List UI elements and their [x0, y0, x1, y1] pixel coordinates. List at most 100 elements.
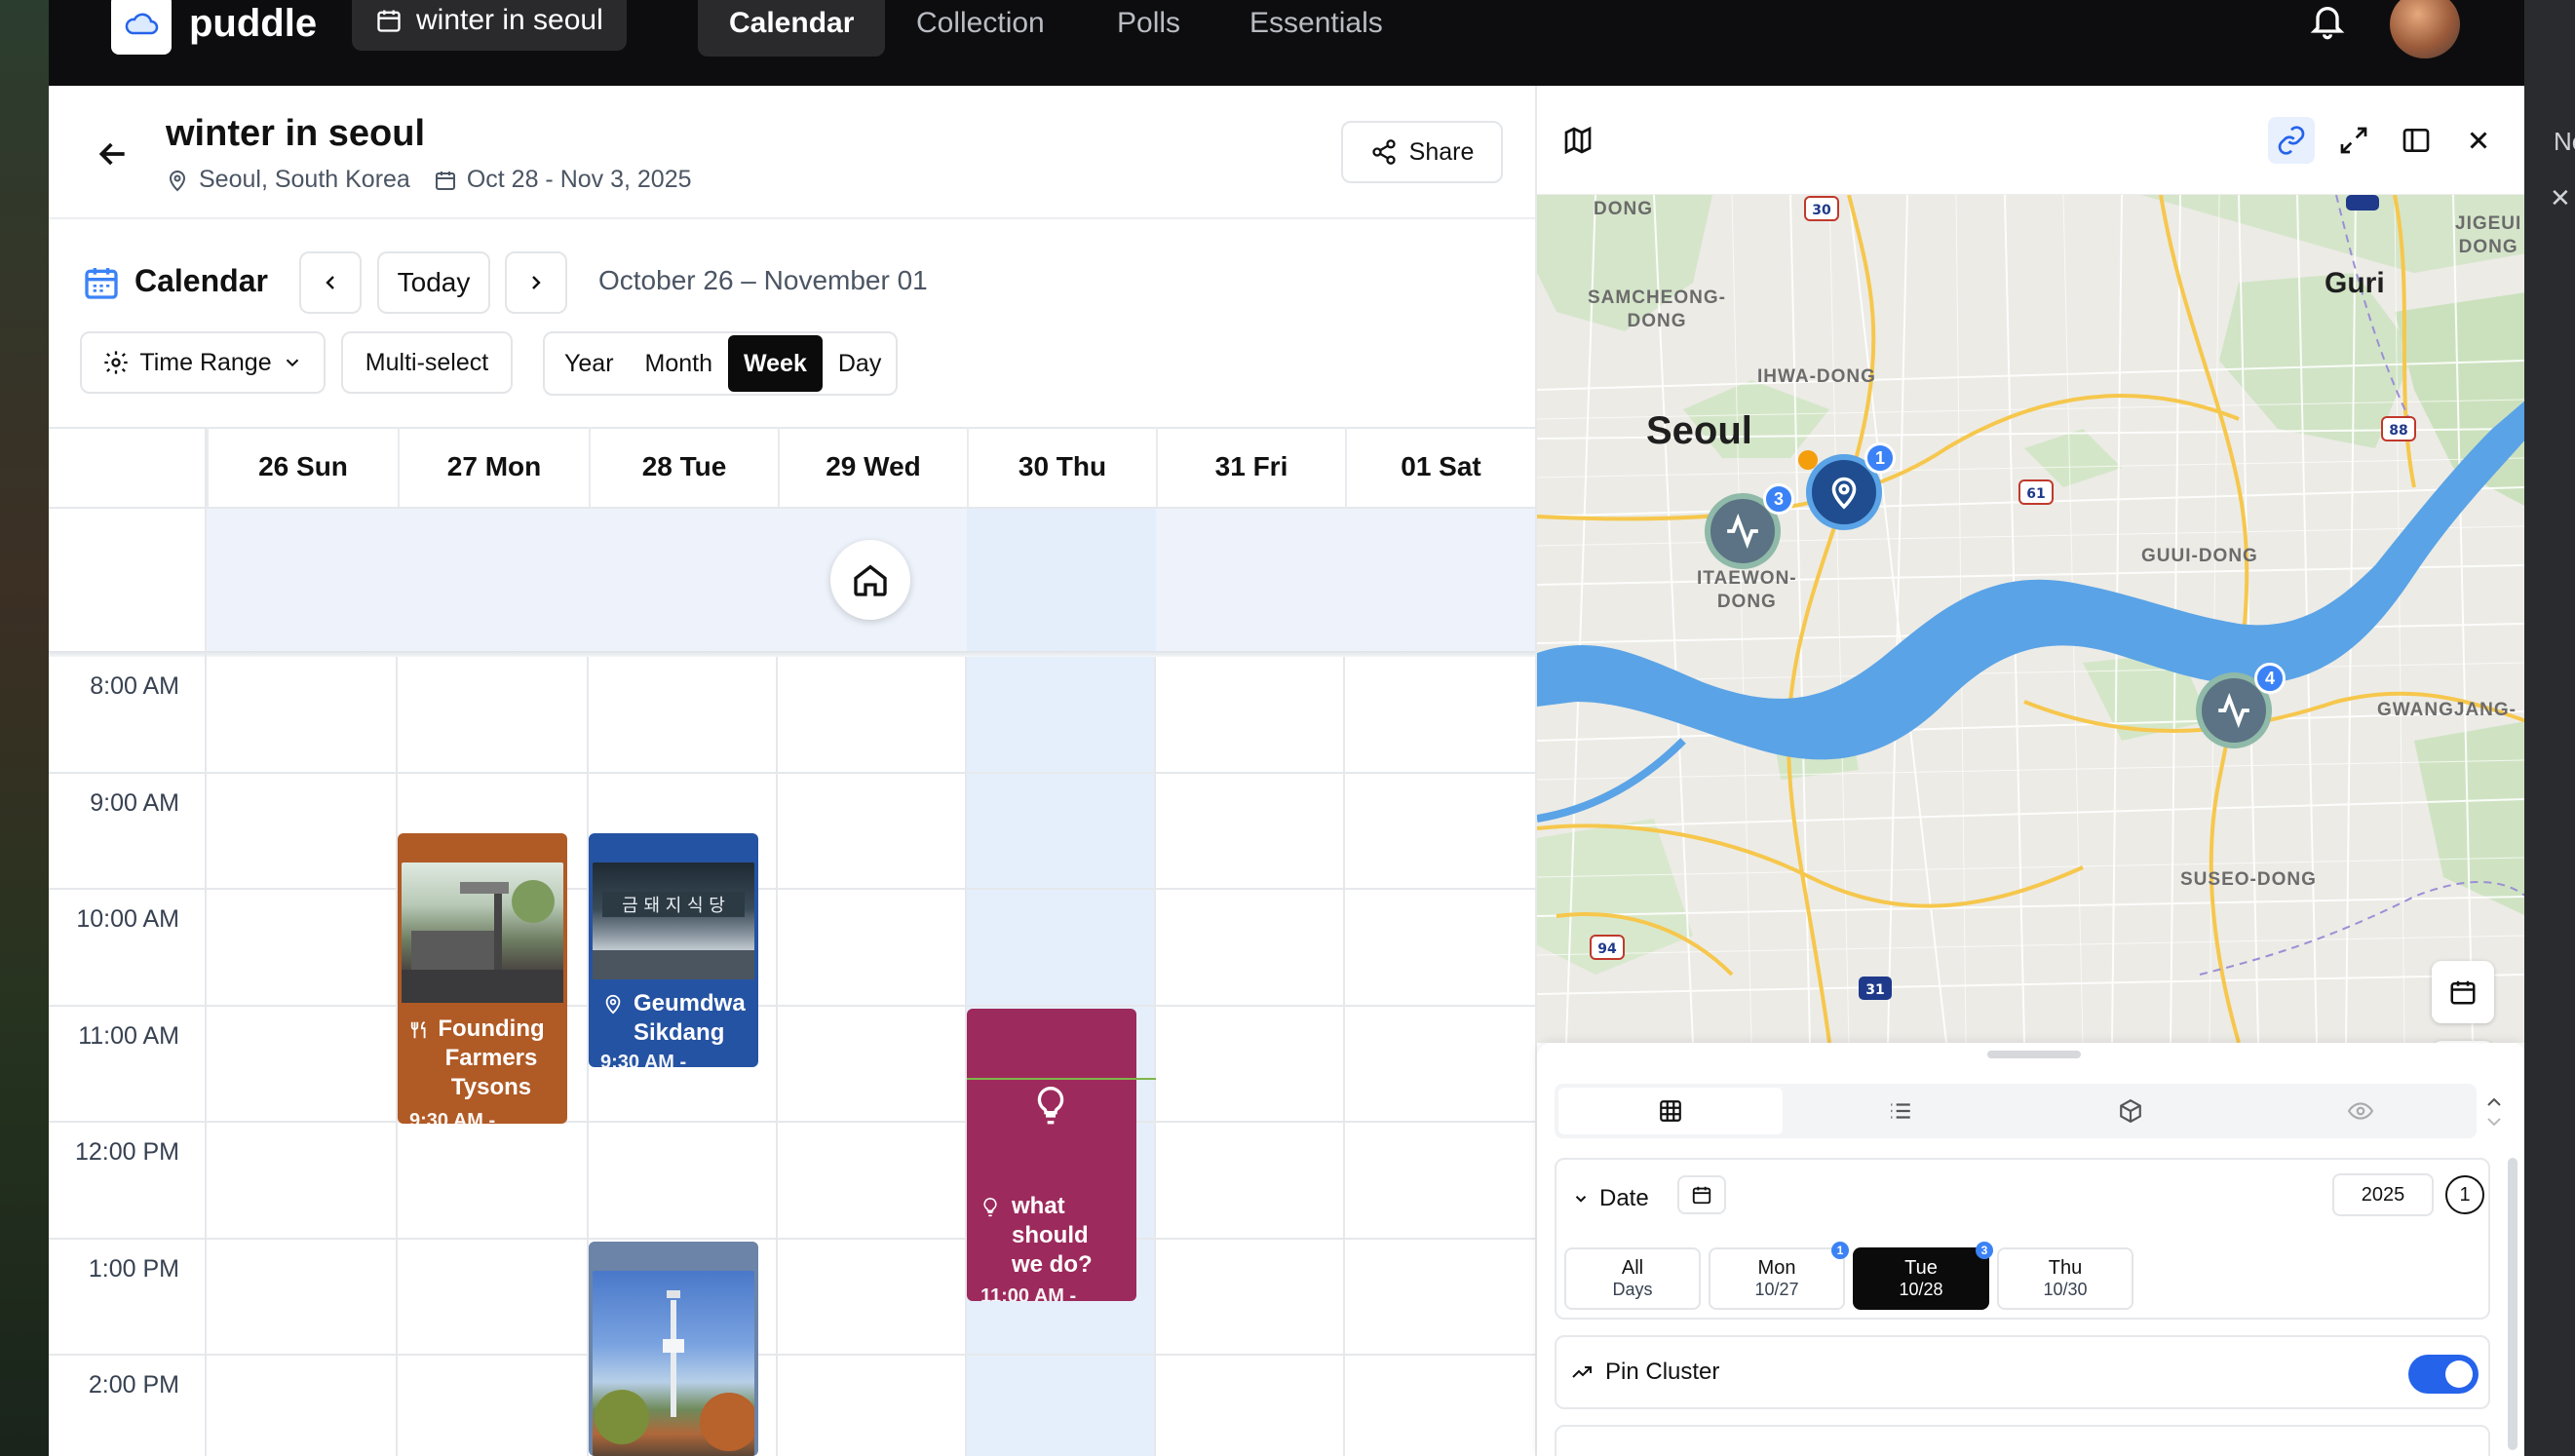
svg-text:금 돼 지 식 당: 금 돼 지 식 당 [622, 896, 725, 916]
day-header-mon[interactable]: 27 Mon [398, 427, 589, 507]
map-icon[interactable] [1555, 117, 1601, 164]
map-small-marker[interactable] [1798, 450, 1818, 470]
home-marker[interactable] [830, 540, 910, 620]
map-label: DONG [1594, 199, 1653, 219]
hour-line [49, 1354, 1535, 1356]
share-button[interactable]: Share [1341, 121, 1503, 183]
day-header-fri[interactable]: 31 Fri [1156, 427, 1345, 507]
event-title: Geumdwa Sikdang [634, 990, 746, 1046]
day-header-sun[interactable]: 26 Sun [207, 427, 398, 507]
event-geumdwa-sikdang[interactable]: 금 돼 지 식 당 Geumdwa Sikdang 9:30 AM - [589, 833, 758, 1067]
date-range-label: October 26 – November 01 [598, 265, 928, 295]
time-label: 12:00 PM [74, 1138, 179, 1166]
close-icon[interactable] [2455, 117, 2502, 164]
tab-list[interactable] [1788, 1088, 2013, 1134]
date-picker-button[interactable] [1677, 1175, 1726, 1214]
user-avatar[interactable] [2390, 0, 2460, 58]
cube-icon [2120, 1098, 2141, 1124]
map-canvas[interactable]: 30 61 88 94 31 DONG SAMCHEONG- DONG IHWA… [1537, 195, 2524, 1043]
previous-week-button[interactable] [299, 251, 362, 314]
event-photo [593, 1271, 754, 1456]
grid-vline [776, 657, 778, 1456]
map-cluster-activity[interactable]: 4 [2196, 663, 2286, 748]
day-chip-mon[interactable]: Mon 10/27 1 [1709, 1242, 1849, 1310]
toggle-knob [2445, 1360, 2473, 1388]
hour-line [49, 772, 1535, 774]
multi-select-button[interactable]: Multi-select [341, 331, 513, 394]
brand-name: puddle [189, 2, 318, 45]
year-select[interactable]: 2025 [2332, 1173, 2434, 1216]
trip-selector[interactable]: winter in seoul [352, 0, 627, 51]
chip-sub: Days [1612, 1280, 1653, 1299]
day-header-thu[interactable]: 30 Thu [967, 427, 1156, 507]
tab-grid[interactable] [1558, 1088, 1783, 1134]
grid-vline [205, 427, 207, 1456]
map-calendar-button[interactable] [2432, 961, 2494, 1023]
chip-sub: 10/30 [2043, 1280, 2088, 1299]
view-month[interactable]: Month [630, 335, 728, 392]
desktop-background [0, 0, 49, 1456]
day-chip-tue[interactable]: Tue 10/28 3 [1853, 1242, 1993, 1310]
sheet-scrollbar[interactable] [2508, 1158, 2517, 1450]
view-year[interactable]: Year [549, 335, 630, 392]
time-label: 8:00 AM [90, 672, 179, 700]
grid-icon [1660, 1100, 1681, 1122]
calendar-icon [82, 263, 121, 302]
calendar-icon [2450, 980, 2476, 1005]
day-chip-all[interactable]: All Days [1564, 1247, 1701, 1310]
map-label: SUSEO-DONG [2180, 869, 2317, 890]
tab-visibility[interactable] [2248, 1088, 2473, 1134]
view-week[interactable]: Week [728, 335, 823, 392]
trip-header: winter in seoul Seoul, South Korea Oct 2… [49, 86, 1535, 219]
trip-title: winter in seoul [166, 113, 426, 154]
expand-icon[interactable] [2330, 117, 2377, 164]
chip-count-badge: 3 [1976, 1242, 1993, 1259]
time-label: 10:00 AM [76, 905, 179, 933]
sheet-collapse-icon[interactable] [2482, 1092, 2506, 1130]
cluster-count-badge: 3 [1763, 483, 1794, 515]
calendar-icon [377, 10, 401, 32]
back-arrow-icon[interactable] [94, 134, 133, 173]
notifications-bell-icon[interactable] [2308, 0, 2347, 43]
sidebar-toggle-icon[interactable] [2393, 117, 2440, 164]
calendar-heading: Calendar [135, 263, 268, 298]
nav-tab-calendar[interactable]: Calendar [698, 0, 886, 57]
nav-tab-essentials[interactable]: Essentials [1218, 0, 1414, 57]
sheet-drag-handle[interactable] [1987, 1051, 2081, 1058]
event-title: Founding Farmers Tysons [438, 1015, 545, 1100]
event-namsan-tower[interactable] [589, 1242, 758, 1456]
time-label: 1:00 PM [88, 1255, 179, 1283]
cluster-count-badge: 1 [1864, 442, 1896, 474]
time-label: 2:00 PM [88, 1371, 179, 1399]
chevron-left-icon [326, 276, 334, 289]
tab-3d[interactable] [2018, 1088, 2243, 1134]
date-label: Date [1599, 1185, 1649, 1211]
event-what-should-we-do[interactable]: what should we do? 11:00 AM - [967, 1009, 1136, 1301]
nav-tab-polls[interactable]: Polls [1086, 0, 1211, 57]
day-chip-thu[interactable]: Thu 10/30 [1997, 1247, 2133, 1310]
today-button[interactable]: Today [377, 251, 490, 314]
svg-text:94: 94 [1597, 941, 1617, 957]
map-cluster-activity[interactable]: 3 [1705, 483, 1794, 569]
nav-tab-collection[interactable]: Collection [885, 0, 1076, 57]
view-day[interactable]: Day [823, 335, 897, 392]
time-range-dropdown[interactable]: Time Range [80, 331, 326, 394]
map-cluster-pin[interactable]: 1 [1806, 442, 1896, 530]
trip-location: Seoul, South Korea [199, 166, 410, 193]
logo[interactable] [111, 0, 172, 55]
calendar-icon [435, 171, 455, 190]
chevron-down-icon [286, 359, 298, 367]
date-filter-toggle[interactable]: Date [1572, 1185, 1649, 1212]
svg-text:61: 61 [2026, 486, 2045, 502]
pin-cluster-toggle[interactable] [2408, 1355, 2479, 1394]
day-header-wed[interactable]: 29 Wed [778, 427, 967, 507]
share-icon [1371, 139, 1396, 165]
event-founding-farmers[interactable]: Founding Farmers Tysons 9:30 AM - [398, 833, 567, 1124]
day-header-sat[interactable]: 01 Sat [1345, 427, 1535, 507]
next-filter-card[interactable] [1555, 1425, 2490, 1456]
link-icon[interactable] [2268, 117, 2315, 164]
map-pin-icon [605, 994, 621, 1015]
adjacent-close-icon[interactable]: ✕ [2550, 183, 2571, 213]
next-week-button[interactable] [505, 251, 567, 314]
day-header-tue[interactable]: 28 Tue [589, 427, 778, 507]
